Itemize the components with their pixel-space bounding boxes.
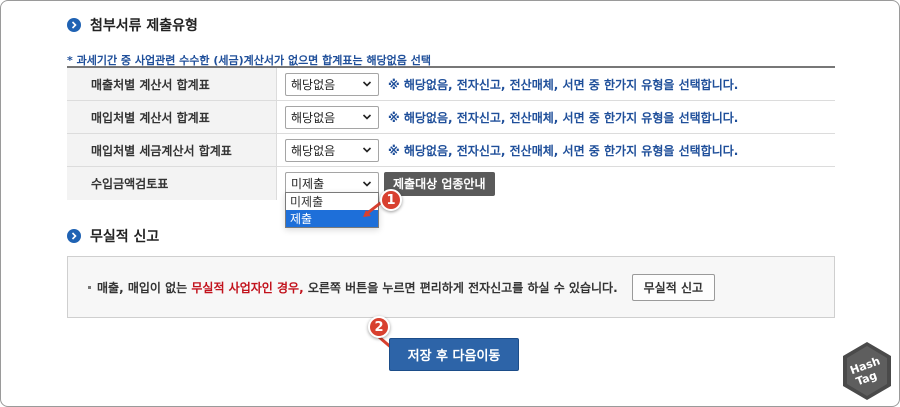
submission-type-select[interactable]: 해당없음 (285, 72, 379, 96)
step-badge-1: 1 (380, 189, 402, 211)
table-row: 매입처별 계산서 합계표 해당없음 ※ 해당없음, 전자신고, 전산매체, 서면… (67, 101, 835, 134)
row-hint: ※ 해당없음, 전자신고, 전산매체, 서면 중 한가지 유형을 선택합니다. (388, 143, 739, 158)
select-value: 미제출 (291, 177, 325, 191)
attachments-title-text: 첨부서류 제출유형 (90, 18, 198, 34)
nil-report-box: 매출, 매입이 없는 무실적 사업자인 경우, 오른쪽 버튼을 누르면 편리하게… (67, 256, 835, 318)
row-label: 수입금액검토표 (67, 167, 277, 200)
row-hint: ※ 해당없음, 전자신고, 전산매체, 서면 중 한가지 유형을 선택합니다. (388, 110, 739, 125)
hashtag-logo: Hash Tag (843, 342, 891, 400)
row-cell: 해당없음 ※ 해당없음, 전자신고, 전산매체, 서면 중 한가지 유형을 선택… (277, 101, 835, 133)
chevron-down-icon (362, 180, 372, 187)
page-frame: 첨부서류 제출유형 * 과세기간 중 사업관련 수수한 (세금)계산서가 없으면… (0, 0, 900, 407)
table-row: 매출처별 계산서 합계표 해당없음 ※ 해당없음, 전자신고, 전산매체, 서면… (67, 68, 835, 101)
nil-report-button[interactable]: 무실적 신고 (631, 273, 716, 301)
row-label: 매출처별 계산서 합계표 (67, 68, 277, 100)
select-value: 해당없음 (291, 143, 336, 158)
row-hint: ※ 해당없음, 전자신고, 전산매체, 서면 중 한가지 유형을 선택합니다. (388, 77, 739, 92)
chevron-right-circle-icon (67, 18, 81, 32)
table-row: 매입처별 세금계산서 합계표 해당없음 ※ 해당없음, 전자신고, 전산매체, … (67, 134, 835, 167)
save-next-button[interactable]: 저장 후 다음이동 (389, 338, 519, 371)
chevron-down-icon (362, 114, 372, 120)
chevron-down-icon (362, 81, 372, 87)
nil-report-section-title: 무실적 신고 (67, 226, 159, 246)
chevron-right-circle-icon (67, 229, 81, 243)
select-value: 해당없음 (291, 110, 336, 125)
row-cell: 해당없음 ※ 해당없음, 전자신고, 전산매체, 서면 중 한가지 유형을 선택… (277, 68, 835, 100)
row-label: 매입처별 세금계산서 합계표 (67, 134, 277, 166)
bullet-dot (88, 285, 91, 289)
attachments-section-title: 첨부서류 제출유형 (67, 15, 198, 35)
text-part: 오른쪽 버튼을 누르면 편리하게 전자신고를 하실 수 있습니다. (303, 280, 618, 295)
submission-type-select[interactable]: 해당없음 (285, 105, 379, 129)
row-label: 매입처별 계산서 합계표 (67, 101, 277, 133)
chevron-down-icon (362, 147, 372, 153)
step-badge-2: 2 (368, 316, 390, 338)
nil-report-text: 매출, 매입이 없는 무실적 사업자인 경우, 오른쪽 버튼을 누르면 편리하게… (97, 279, 618, 296)
table-row: 수입금액검토표 미제출 제출대상 업종안내 (67, 167, 835, 200)
industry-guide-button[interactable]: 제출대상 업종안내 (384, 171, 495, 196)
select-value: 해당없음 (291, 77, 336, 92)
attachments-table: 매출처별 계산서 합계표 해당없음 ※ 해당없음, 전자신고, 전산매체, 서면… (67, 66, 835, 200)
text-highlight: 무실적 사업자인 경우, (191, 280, 304, 295)
submission-type-select[interactable]: 해당없음 (285, 138, 379, 162)
nil-report-title-text: 무실적 신고 (90, 229, 160, 245)
text-part: 매출, 매입이 없는 (97, 280, 192, 295)
row-cell: 해당없음 ※ 해당없음, 전자신고, 전산매체, 서면 중 한가지 유형을 선택… (277, 134, 835, 166)
